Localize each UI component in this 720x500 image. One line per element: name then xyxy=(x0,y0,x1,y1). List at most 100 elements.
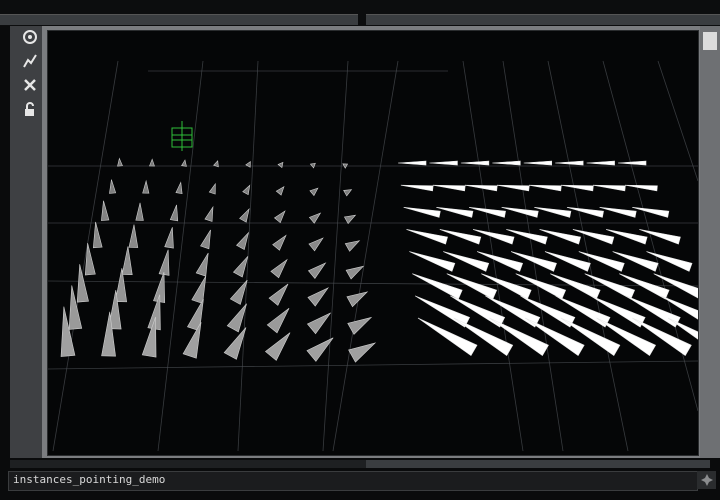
grid-line xyxy=(602,60,698,412)
cone-instance xyxy=(128,224,139,248)
cone-instance xyxy=(272,234,287,251)
home-icon xyxy=(23,30,37,44)
viewer-handle[interactable] xyxy=(703,32,717,50)
cone-instance xyxy=(406,229,448,245)
node-path-label: instances_pointing_demo xyxy=(13,473,166,486)
cone-instance xyxy=(158,249,170,276)
cone-instance xyxy=(593,184,626,192)
cone-instance xyxy=(309,187,319,197)
cone-instance xyxy=(181,159,187,167)
cone-instance xyxy=(226,303,247,333)
cone-instance xyxy=(561,184,594,192)
grid-line xyxy=(237,60,259,452)
cone-instance xyxy=(236,231,250,251)
cone-instance xyxy=(164,227,174,249)
expand-icon xyxy=(700,474,713,486)
grid-line xyxy=(52,60,119,452)
cone-instance xyxy=(599,206,637,218)
cone-instance xyxy=(409,251,456,272)
cone-instance xyxy=(528,184,562,192)
cone-instance xyxy=(468,206,506,218)
cone-instance xyxy=(501,206,539,218)
cone-instance xyxy=(191,275,207,304)
cone-instance xyxy=(242,184,251,196)
top-pane-divider-right[interactable] xyxy=(366,14,720,25)
cone-instance xyxy=(149,158,155,167)
cone-instance xyxy=(109,179,117,194)
cone-instance xyxy=(135,202,144,221)
cone-instance xyxy=(348,342,377,363)
grid-line xyxy=(48,360,698,370)
home-button[interactable] xyxy=(19,27,41,47)
cone-instance xyxy=(270,258,288,279)
grid xyxy=(48,60,698,452)
cone-instance xyxy=(632,206,670,218)
cone-instance xyxy=(277,161,284,169)
cone-instance xyxy=(275,186,285,196)
cone-instance xyxy=(397,160,427,166)
cone-instance xyxy=(403,206,441,218)
cone-instance xyxy=(229,279,248,305)
white-cone-grid xyxy=(397,160,698,357)
cone-instance xyxy=(432,184,466,192)
close-icon xyxy=(24,79,36,91)
close-button[interactable] xyxy=(19,75,41,95)
grid-line xyxy=(332,60,399,452)
cone-instance xyxy=(169,204,179,222)
cone-instance xyxy=(400,184,434,192)
grid-line xyxy=(157,60,204,452)
cone-instance xyxy=(264,332,291,361)
lightning-button[interactable] xyxy=(19,51,41,71)
cone-instance xyxy=(617,160,647,166)
cone-instance xyxy=(625,184,658,192)
cone-instance xyxy=(586,160,615,166)
top-pane-divider-left[interactable] xyxy=(0,14,358,25)
cone-instance xyxy=(175,181,183,195)
cone-instance xyxy=(309,162,316,169)
lightning-icon xyxy=(23,54,37,68)
cone-instance xyxy=(306,312,331,335)
cone-instance xyxy=(307,287,329,307)
cone-instance xyxy=(417,317,478,357)
cone-instance xyxy=(92,221,103,249)
cone-instance xyxy=(208,182,216,195)
cone-instance xyxy=(344,240,361,252)
cone-instance xyxy=(141,316,157,358)
bottom-pane-divider[interactable] xyxy=(366,460,710,468)
cone-instance xyxy=(460,160,490,166)
cone-instance xyxy=(523,160,553,166)
cone-instance xyxy=(239,208,250,223)
cone-instance xyxy=(273,210,286,224)
grid-line xyxy=(657,60,698,182)
cone-instance xyxy=(204,205,214,222)
cone-instance xyxy=(308,237,324,252)
cone-instance xyxy=(436,206,474,218)
node-path-bar[interactable]: instances_pointing_demo xyxy=(8,471,698,491)
cone-instance xyxy=(268,283,289,306)
right-scroll-strip xyxy=(700,26,720,458)
cone-instance xyxy=(186,298,204,332)
cone-instance xyxy=(496,184,530,192)
grid-line xyxy=(322,60,349,452)
cone-instance xyxy=(429,160,458,166)
lock-button[interactable] xyxy=(19,99,41,119)
transform-gizmo[interactable] xyxy=(171,121,193,151)
cone-instance xyxy=(566,206,604,218)
cone-instance xyxy=(343,189,353,197)
cone-instance xyxy=(142,179,150,194)
cone-instance xyxy=(232,256,249,278)
cone-instance xyxy=(307,262,327,279)
expand-button[interactable] xyxy=(697,471,716,489)
cone-instance xyxy=(200,229,211,250)
cone-instance xyxy=(492,160,521,166)
cone-instance xyxy=(121,246,133,276)
top-bar xyxy=(0,0,720,26)
cone-instance xyxy=(117,157,123,167)
3d-viewport[interactable] xyxy=(47,30,699,456)
cone-instance xyxy=(534,206,572,218)
cone-instance xyxy=(660,295,698,320)
cone-instance xyxy=(101,200,110,221)
gray-cone-grid xyxy=(60,157,377,363)
cone-instance xyxy=(347,316,373,335)
cone-instance xyxy=(464,184,498,192)
